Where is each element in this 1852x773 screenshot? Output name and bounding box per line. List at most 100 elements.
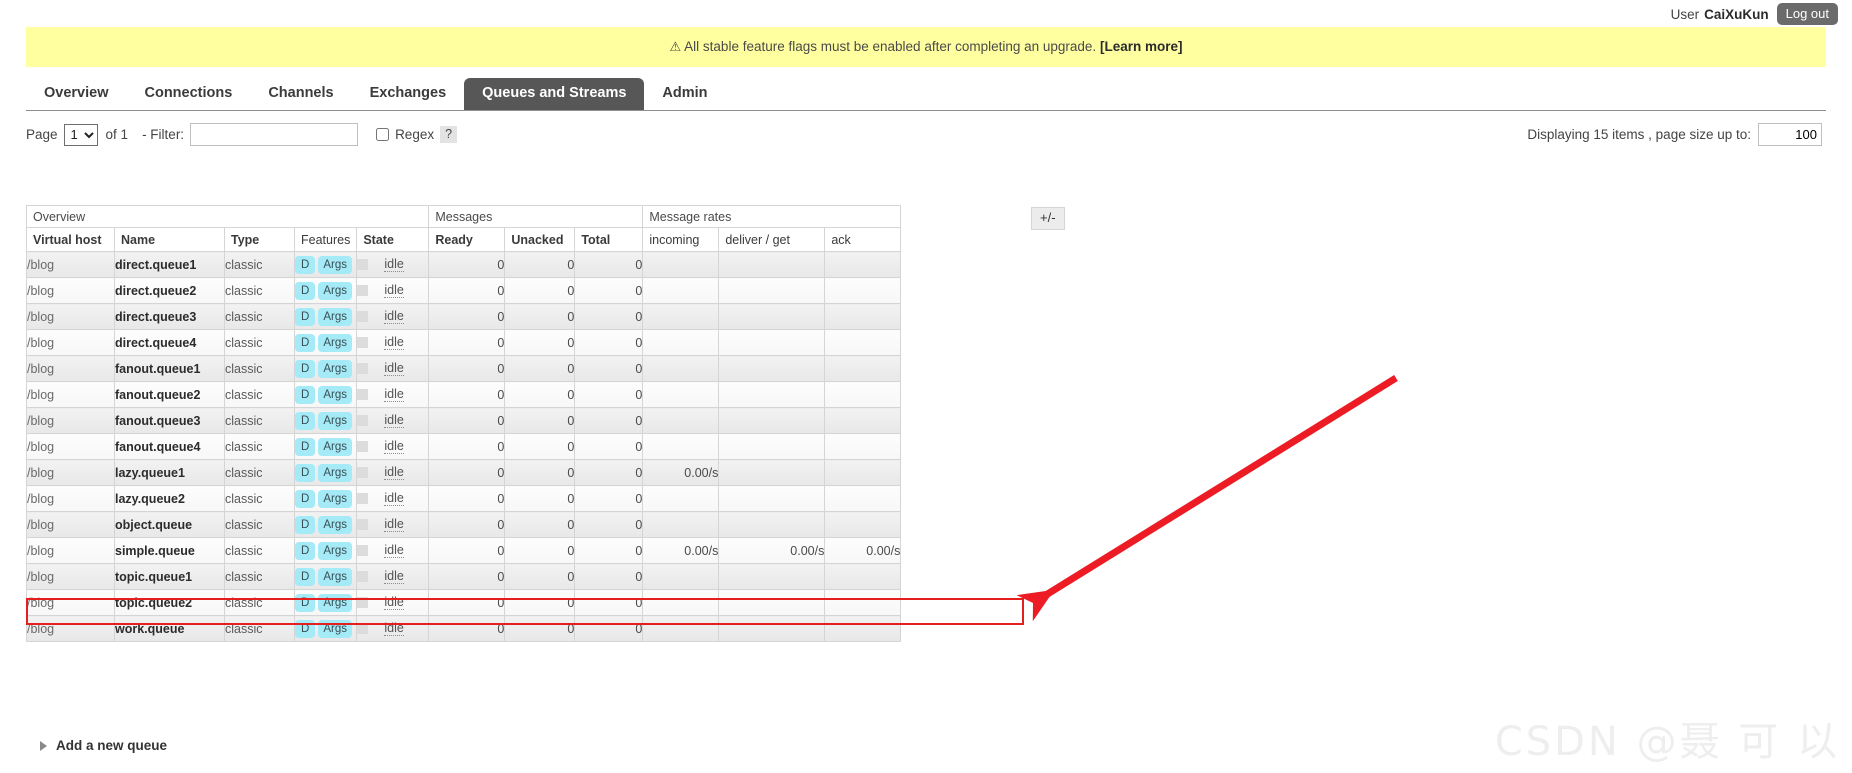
col-ready[interactable]: Ready bbox=[428, 227, 506, 252]
feature-durable-tag[interactable]: D bbox=[295, 489, 316, 508]
feature-durable-tag[interactable]: D bbox=[295, 411, 316, 430]
cell-queue-name[interactable]: fanout.queue4 bbox=[114, 433, 225, 460]
cell-queue-name[interactable]: direct.queue4 bbox=[114, 329, 225, 356]
col-unacked[interactable]: Unacked bbox=[504, 227, 576, 252]
feature-args-tag[interactable]: Args bbox=[318, 541, 352, 560]
logout-button[interactable]: Log out bbox=[1776, 3, 1838, 25]
col-deliver-get[interactable]: deliver / get bbox=[718, 227, 826, 252]
tab-channels[interactable]: Channels bbox=[250, 78, 351, 110]
feature-args-tag[interactable]: Args bbox=[318, 489, 352, 508]
filter-input[interactable] bbox=[190, 123, 359, 146]
feature-args-tag[interactable]: Args bbox=[318, 411, 352, 430]
cell-queue-name[interactable]: direct.queue2 bbox=[114, 277, 225, 304]
col-type[interactable]: Type bbox=[224, 227, 295, 252]
cell-queue-name[interactable]: lazy.queue1 bbox=[114, 459, 225, 486]
learn-more-link[interactable]: [Learn more] bbox=[1100, 39, 1183, 54]
help-icon[interactable]: ? bbox=[440, 126, 458, 143]
col-state[interactable]: State bbox=[356, 227, 430, 252]
feature-durable-tag[interactable]: D bbox=[295, 359, 316, 378]
table-row[interactable]: /blog object.queue classic D Args idle 0 0 0 bbox=[26, 511, 902, 538]
cell-queue-name[interactable]: direct.queue3 bbox=[114, 303, 225, 330]
tab-exchanges[interactable]: Exchanges bbox=[352, 78, 465, 110]
feature-args-tag[interactable]: Args bbox=[318, 437, 352, 456]
table-row[interactable]: /blog work.queue classic D Args idle 0 0 0 bbox=[26, 615, 902, 642]
cell-queue-name[interactable]: lazy.queue2 bbox=[114, 485, 225, 512]
cell-queue-name[interactable]: topic.queue2 bbox=[114, 589, 225, 616]
feature-args-tag[interactable]: Args bbox=[318, 255, 352, 274]
feature-durable-tag[interactable]: D bbox=[295, 593, 316, 612]
cell-queue-name[interactable]: fanout.queue3 bbox=[114, 407, 225, 434]
feature-args-tag[interactable]: Args bbox=[318, 281, 352, 300]
cell-features: D Args bbox=[293, 615, 358, 642]
page-label: Page bbox=[26, 127, 58, 142]
table-row[interactable]: /blog topic.queue1 classic D Args idle 0 0 0 bbox=[26, 563, 902, 590]
col-features[interactable]: Features bbox=[293, 227, 358, 252]
warning-triangle-icon: ⚠ bbox=[669, 39, 682, 54]
add-new-queue-toggle[interactable]: Add a new queue bbox=[40, 738, 167, 753]
tab-admin[interactable]: Admin bbox=[644, 78, 725, 110]
regex-label: Regex bbox=[395, 127, 435, 142]
feature-durable-tag[interactable]: D bbox=[295, 541, 316, 560]
feature-durable-tag[interactable]: D bbox=[295, 385, 316, 404]
cell-queue-name[interactable]: fanout.queue2 bbox=[114, 381, 225, 408]
feature-args-tag[interactable]: Args bbox=[318, 593, 352, 612]
feature-args-tag[interactable]: Args bbox=[318, 385, 352, 404]
table-row[interactable]: /blog fanout.queue2 classic D Args idle 0 0 0 bbox=[26, 381, 902, 408]
feature-args-tag[interactable]: Args bbox=[318, 619, 352, 638]
table-row[interactable]: /blog fanout.queue3 classic D Args idle 0 0 0 bbox=[26, 407, 902, 434]
state-wrapper: idle bbox=[357, 283, 428, 298]
cell-total: 0 bbox=[574, 329, 644, 356]
table-row[interactable]: /blog lazy.queue2 classic D Args idle 0 0 0 bbox=[26, 485, 902, 512]
cell-queue-name[interactable]: topic.queue1 bbox=[114, 563, 225, 590]
tab-queues-and-streams[interactable]: Queues and Streams bbox=[464, 78, 645, 110]
cell-queue-name[interactable]: object.queue bbox=[114, 511, 225, 538]
feature-durable-tag[interactable]: D bbox=[295, 619, 316, 638]
feature-args-tag[interactable]: Args bbox=[318, 515, 352, 534]
page-size-input[interactable] bbox=[1758, 123, 1822, 146]
feature-durable-tag[interactable]: D bbox=[295, 333, 316, 352]
cell-type: classic bbox=[224, 433, 295, 460]
cell-queue-name[interactable]: simple.queue bbox=[114, 537, 225, 564]
cell-total: 0 bbox=[574, 615, 644, 642]
feature-durable-tag[interactable]: D bbox=[295, 255, 316, 274]
table-row[interactable]: /blog direct.queue4 classic D Args idle 0 0 0 bbox=[26, 329, 902, 356]
feature-durable-tag[interactable]: D bbox=[295, 567, 316, 586]
cell-queue-name[interactable]: work.queue bbox=[114, 615, 225, 642]
toggle-columns-button[interactable]: +/- bbox=[1031, 207, 1065, 230]
cell-ack bbox=[824, 615, 902, 642]
cell-queue-name[interactable]: direct.queue1 bbox=[114, 251, 225, 278]
col-virtual-host[interactable]: Virtual host bbox=[26, 227, 115, 252]
cell-total: 0 bbox=[574, 589, 644, 616]
feature-args-tag[interactable]: Args bbox=[318, 567, 352, 586]
feature-args-tag[interactable]: Args bbox=[318, 333, 352, 352]
cell-queue-name[interactable]: fanout.queue1 bbox=[114, 355, 225, 382]
table-row[interactable]: /blog direct.queue3 classic D Args idle 0 0 0 bbox=[26, 303, 902, 330]
table-row[interactable]: /blog simple.queue classic D Args idle 0 0 0 0.00… bbox=[26, 537, 902, 564]
col-name[interactable]: Name bbox=[114, 227, 225, 252]
table-row[interactable]: /blog direct.queue1 classic D Args idle 0 0 0 bbox=[26, 251, 902, 278]
tab-connections[interactable]: Connections bbox=[127, 78, 251, 110]
col-incoming[interactable]: incoming bbox=[642, 227, 720, 252]
feature-durable-tag[interactable]: D bbox=[295, 437, 316, 456]
col-ack[interactable]: ack bbox=[824, 227, 902, 252]
cell-features: D Args bbox=[293, 251, 358, 278]
feature-durable-tag[interactable]: D bbox=[295, 281, 316, 300]
feature-durable-tag[interactable]: D bbox=[295, 307, 316, 326]
table-row[interactable]: /blog fanout.queue4 classic D Args idle 0 0 0 bbox=[26, 433, 902, 460]
table-row[interactable]: /blog direct.queue2 classic D Args idle 0 0 0 bbox=[26, 277, 902, 304]
cell-virtual-host: /blog bbox=[26, 407, 115, 434]
table-row[interactable]: /blog lazy.queue1 classic D Args idle 0 0 0 0.00/… bbox=[26, 459, 902, 486]
table-row[interactable]: /blog topic.queue2 classic D Args idle 0 0 0 bbox=[26, 589, 902, 616]
page-select[interactable]: 1 bbox=[63, 123, 98, 146]
cell-state: idle bbox=[356, 615, 430, 642]
col-total[interactable]: Total bbox=[574, 227, 644, 252]
tab-overview[interactable]: Overview bbox=[26, 78, 127, 110]
feature-durable-tag[interactable]: D bbox=[295, 463, 316, 482]
feature-args-tag[interactable]: Args bbox=[318, 359, 352, 378]
cell-incoming bbox=[642, 381, 720, 408]
feature-args-tag[interactable]: Args bbox=[318, 463, 352, 482]
feature-args-tag[interactable]: Args bbox=[318, 307, 352, 326]
table-row[interactable]: /blog fanout.queue1 classic D Args idle 0 0 0 bbox=[26, 355, 902, 382]
regex-checkbox[interactable] bbox=[376, 128, 390, 141]
feature-durable-tag[interactable]: D bbox=[295, 515, 316, 534]
